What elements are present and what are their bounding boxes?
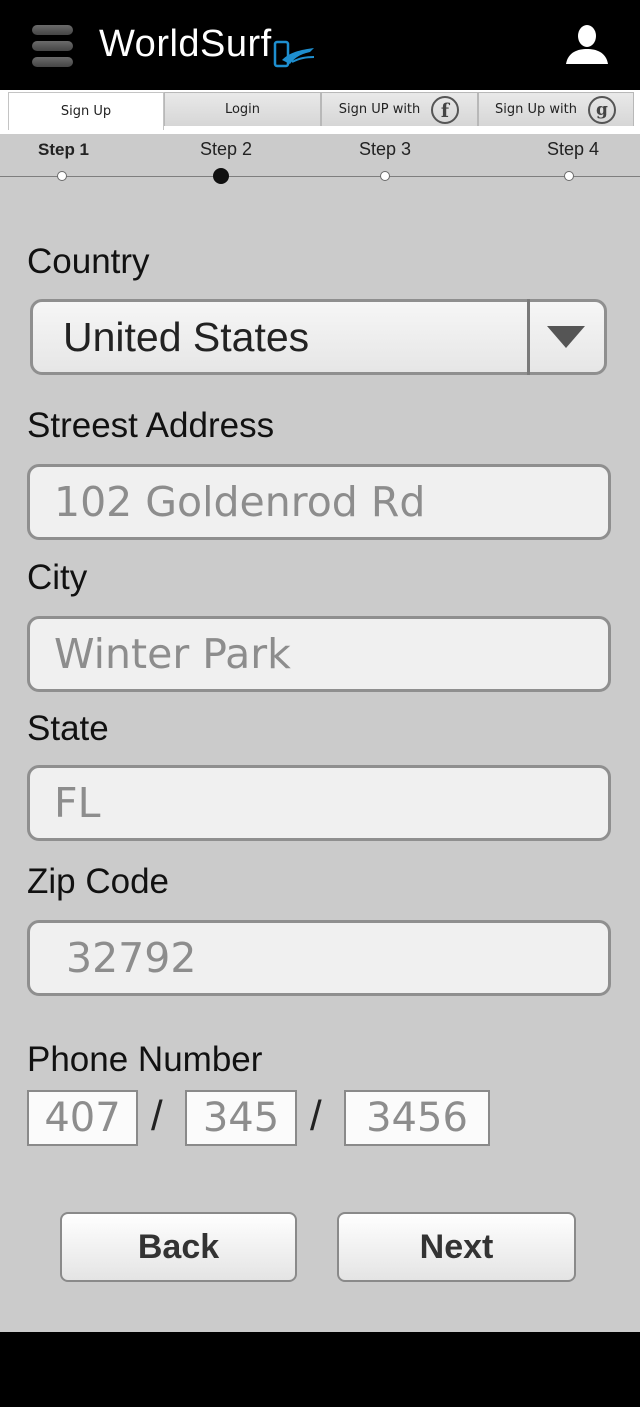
next-button[interactable]: Next <box>337 1212 576 1282</box>
tab-sign-up-facebook[interactable]: Sign UP with f <box>321 92 478 126</box>
state-label: State <box>27 709 109 748</box>
surf-phone-icon <box>273 40 315 68</box>
state-input[interactable] <box>27 765 611 841</box>
street-address-label: Streest Address <box>27 406 275 445</box>
phone-separator: / <box>151 1092 163 1139</box>
street-address-input[interactable] <box>27 464 611 540</box>
step-1-marker[interactable] <box>57 171 67 181</box>
select-divider <box>527 299 530 375</box>
facebook-icon: f <box>431 95 460 124</box>
zip-code-input[interactable] <box>27 920 611 996</box>
step-4-marker[interactable] <box>564 171 574 181</box>
city-label: City <box>27 558 88 597</box>
svg-text:f: f <box>441 100 451 122</box>
phone-number-label: Phone Number <box>27 1040 263 1079</box>
step-1-label: Step 1 <box>38 140 90 159</box>
phone-prefix-input[interactable] <box>185 1090 297 1146</box>
country-value: United States <box>63 314 310 360</box>
footer-bar <box>0 1332 640 1407</box>
step-track <box>0 176 640 177</box>
tab-label: Sign UP with <box>338 102 421 117</box>
svg-text:g: g <box>596 100 608 120</box>
zip-code-label: Zip Code <box>27 862 170 901</box>
tab-sign-up[interactable]: Sign Up <box>8 92 164 130</box>
app-header: WorldSurf <box>0 0 640 90</box>
tab-label: Sign Up with <box>495 102 577 117</box>
step-4-label: Step 4 <box>547 139 600 159</box>
dropdown-arrow-icon[interactable] <box>547 326 585 348</box>
menu-icon[interactable] <box>32 25 73 67</box>
tab-label: Sign Up <box>60 104 112 119</box>
step-2-marker[interactable] <box>213 168 229 184</box>
step-2-label: Step 2 <box>200 139 253 159</box>
country-label: Country <box>27 242 150 281</box>
tab-login[interactable]: Login <box>164 92 321 126</box>
auth-tab-bar: Sign Up Login Sign UP with f Sign Up wit… <box>0 90 640 134</box>
app-logo: WorldSurf <box>99 23 272 65</box>
city-input[interactable] <box>27 616 611 692</box>
back-button[interactable]: Back <box>60 1212 297 1282</box>
phone-area-code-input[interactable] <box>27 1090 138 1146</box>
step-3-marker[interactable] <box>380 171 390 181</box>
step-progress: Step 1 Step 2 Step 3 Step 4 <box>0 134 640 190</box>
country-select[interactable]: United States <box>30 299 607 375</box>
user-profile-icon[interactable] <box>564 24 610 66</box>
tab-label: Login <box>224 102 261 117</box>
phone-line-input[interactable] <box>344 1090 490 1146</box>
tab-sign-up-google[interactable]: Sign Up with g <box>478 92 634 126</box>
google-icon: g <box>587 95 616 124</box>
step-3-label: Step 3 <box>359 139 412 159</box>
phone-separator: / <box>310 1092 322 1139</box>
